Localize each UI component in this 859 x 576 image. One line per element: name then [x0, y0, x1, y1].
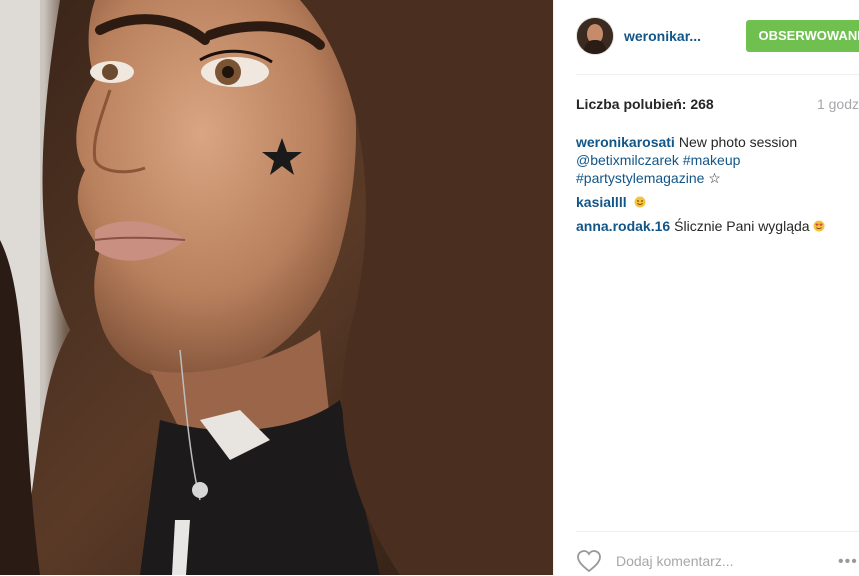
hashtag-link[interactable]: #makeup [683, 152, 741, 168]
heart-eyes-emoji [813, 220, 825, 232]
avatar-image [577, 18, 613, 54]
comments-list: weronikarosati New photo session @betixmi… [576, 133, 859, 241]
comment-author[interactable]: anna.rodak.16 [576, 218, 670, 234]
more-options-icon[interactable]: ••• [838, 553, 858, 571]
comment-text: Ślicznie Pani wygląda [674, 218, 810, 234]
post-time[interactable]: 1 godz [817, 96, 859, 112]
comment-item: kasiallll [576, 193, 859, 211]
post-details-panel: weronikar... OBSERWOWANIE Liczba polubie… [553, 0, 859, 575]
heart-icon[interactable] [576, 549, 602, 573]
post-header: weronikar... OBSERWOWANIE [576, 16, 859, 56]
star-glyph: ☆ [708, 170, 721, 186]
post-photo[interactable] [0, 0, 553, 575]
caption-text: New photo session [678, 134, 798, 150]
smiling-face-emoji [634, 196, 646, 208]
comment-bar: ••• [576, 546, 859, 576]
footer-divider [576, 531, 859, 532]
portrait-illustration [0, 0, 553, 575]
username-link[interactable]: weronikar... [624, 28, 701, 44]
mention-link[interactable]: @betixmilczarek [576, 152, 679, 168]
comment-author[interactable]: weronikarosati [576, 134, 675, 150]
caption: weronikarosati New photo session @betixmi… [576, 133, 859, 187]
add-comment-input[interactable] [616, 553, 826, 569]
follow-button[interactable]: OBSERWOWANIE [746, 20, 859, 52]
comment-item: anna.rodak.16 Ślicznie Pani wygląda [576, 217, 859, 235]
avatar[interactable] [576, 17, 614, 55]
likes-row: Liczba polubień: 268 1 godz [576, 96, 859, 116]
comment-author[interactable]: kasiallll [576, 194, 627, 210]
likes-count[interactable]: Liczba polubień: 268 [576, 96, 714, 112]
header-divider [576, 74, 859, 75]
hashtag-link[interactable]: #partystylemagazine [576, 170, 704, 186]
